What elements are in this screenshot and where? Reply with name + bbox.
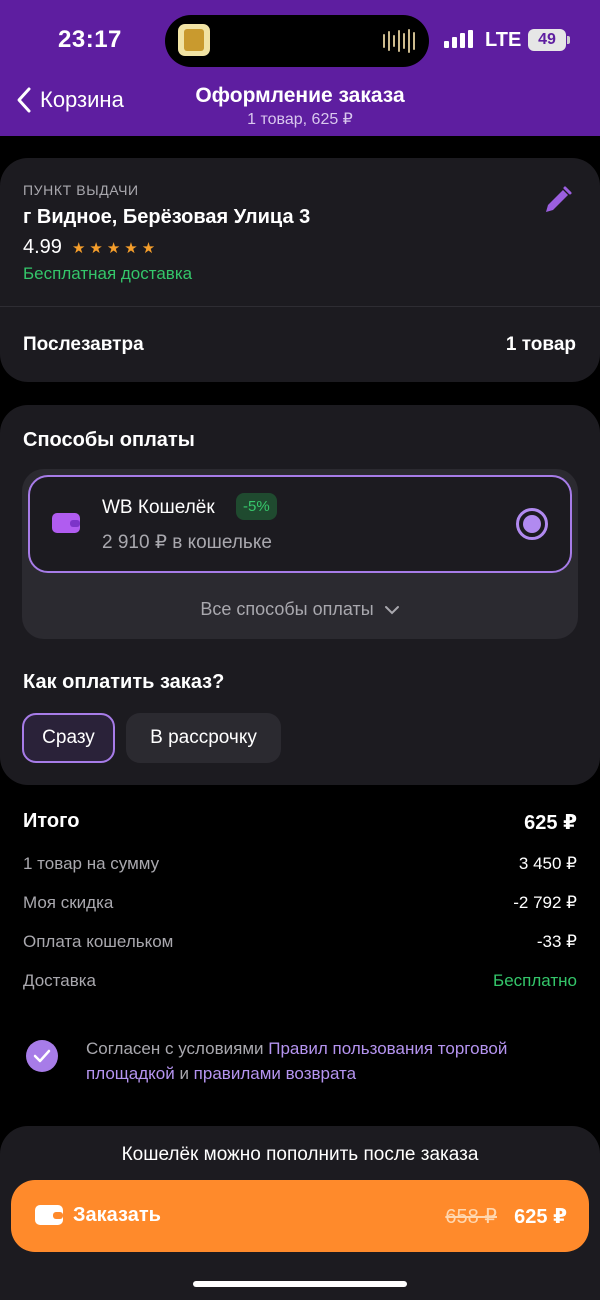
all-payment-methods-link[interactable]: Все способы оплаты bbox=[22, 599, 578, 620]
now-playing-app-icon bbox=[178, 24, 210, 56]
wallet-payment-label: Оплата кошельком bbox=[23, 932, 174, 951]
pay-now-option[interactable]: Сразу bbox=[22, 713, 115, 763]
order-panel: Кошелёк можно пополнить после заказа Зак… bbox=[0, 1126, 600, 1300]
total-row: Итого 625 ₽ bbox=[23, 810, 577, 835]
wallet-radio[interactable] bbox=[516, 508, 548, 540]
subtotal-row: 1 товар на сумму 3 450 ₽ bbox=[23, 854, 577, 874]
agreement-conjunction: и bbox=[174, 1064, 194, 1083]
subtotal-value: 3 450 ₽ bbox=[518, 854, 577, 873]
wallet-name: WB Кошелёк bbox=[102, 497, 215, 518]
delivery-day: Послезавтра bbox=[23, 334, 144, 355]
status-time: 23:17 bbox=[58, 26, 122, 53]
pickup-delivery-note: Бесплатная доставка bbox=[23, 264, 193, 283]
pickup-caption: ПУНКТ ВЫДАЧИ bbox=[23, 182, 139, 198]
wallet-icon bbox=[35, 1205, 63, 1225]
pay-installment-option[interactable]: В рассрочку bbox=[126, 713, 281, 763]
wallet-payment-row: Оплата кошельком -33 ₽ bbox=[23, 932, 577, 952]
wallet-topup-hint: Кошелёк можно пополнить после заказа bbox=[121, 1144, 479, 1165]
return-rules-link[interactable]: правилами возврата bbox=[194, 1064, 356, 1083]
payment-card: Способы оплаты WB Кошелёк -5% 2 910 ₽ в … bbox=[0, 405, 600, 785]
network-type: LTE bbox=[485, 29, 522, 51]
rating-stars-icon: ★★★★★ bbox=[71, 239, 160, 257]
subtotal-label: 1 товар на сумму bbox=[23, 854, 160, 873]
rating-value: 4.99 bbox=[23, 236, 62, 258]
all-methods-label: Все способы оплаты bbox=[200, 599, 374, 619]
wallet-payment-value: -33 ₽ bbox=[536, 932, 577, 951]
pickup-address: г Видное, Берёзовая Улица 3 bbox=[23, 206, 311, 228]
signal-icon bbox=[444, 30, 473, 48]
page-title: Оформление заказа bbox=[195, 84, 405, 107]
total-value: 625 ₽ bbox=[524, 812, 577, 834]
audio-wave-icon bbox=[383, 29, 415, 53]
delivery-value: Бесплатно bbox=[493, 971, 577, 990]
wallet-discount-badge: -5% bbox=[236, 493, 277, 520]
discount-row: Моя скидка -2 792 ₽ bbox=[23, 893, 577, 913]
wallet-payment-option[interactable]: WB Кошелёк -5% 2 910 ₽ в кошельке bbox=[28, 475, 572, 573]
page-subtitle: 1 товар, 625 ₽ bbox=[247, 111, 353, 128]
agreement-text: Согласен с условиями Правил пользования … bbox=[86, 1036, 566, 1086]
wallet-icon bbox=[52, 513, 80, 533]
header: 23:17 LTE 49 Корзина Оформление заказа 1… bbox=[0, 0, 600, 136]
payment-methods-box: WB Кошелёк -5% 2 910 ₽ в кошельке Все сп… bbox=[22, 469, 578, 639]
wallet-balance: 2 910 ₽ в кошельке bbox=[102, 532, 272, 553]
delivery-row: Доставка Бесплатно bbox=[23, 971, 577, 991]
order-totals: Итого 625 ₽ 1 товар на сумму 3 450 ₽ Моя… bbox=[23, 810, 577, 991]
how-to-pay-title: Как оплатить заказ? bbox=[23, 671, 225, 693]
pickup-card: ПУНКТ ВЫДАЧИ г Видное, Берёзовая Улица 3… bbox=[0, 158, 600, 382]
payment-title: Способы оплаты bbox=[23, 429, 195, 451]
discount-label: Моя скидка bbox=[23, 893, 114, 912]
dynamic-island bbox=[165, 15, 429, 67]
order-button-label: Заказать bbox=[73, 1204, 161, 1226]
home-indicator bbox=[193, 1281, 407, 1287]
new-price: 625 ₽ bbox=[514, 1206, 567, 1228]
battery-icon: 49 bbox=[528, 29, 566, 51]
old-price: 658 ₽ bbox=[445, 1206, 497, 1228]
divider bbox=[0, 306, 600, 307]
chevron-down-icon bbox=[384, 605, 399, 614]
delivery-item-count: 1 товар bbox=[505, 334, 576, 355]
discount-value: -2 792 ₽ bbox=[513, 893, 577, 912]
checkbox-checked-icon[interactable] bbox=[26, 1040, 58, 1072]
delivery-label: Доставка bbox=[23, 971, 97, 990]
pickup-rating: 4.99 ★★★★★ bbox=[23, 236, 159, 259]
order-button[interactable]: Заказать 658 ₽ 625 ₽ bbox=[11, 1180, 589, 1252]
battery-tip bbox=[567, 36, 570, 44]
edit-pencil-icon[interactable] bbox=[540, 184, 574, 218]
agreement-prefix: Согласен с условиями bbox=[86, 1039, 269, 1058]
total-label: Итого bbox=[23, 810, 80, 832]
